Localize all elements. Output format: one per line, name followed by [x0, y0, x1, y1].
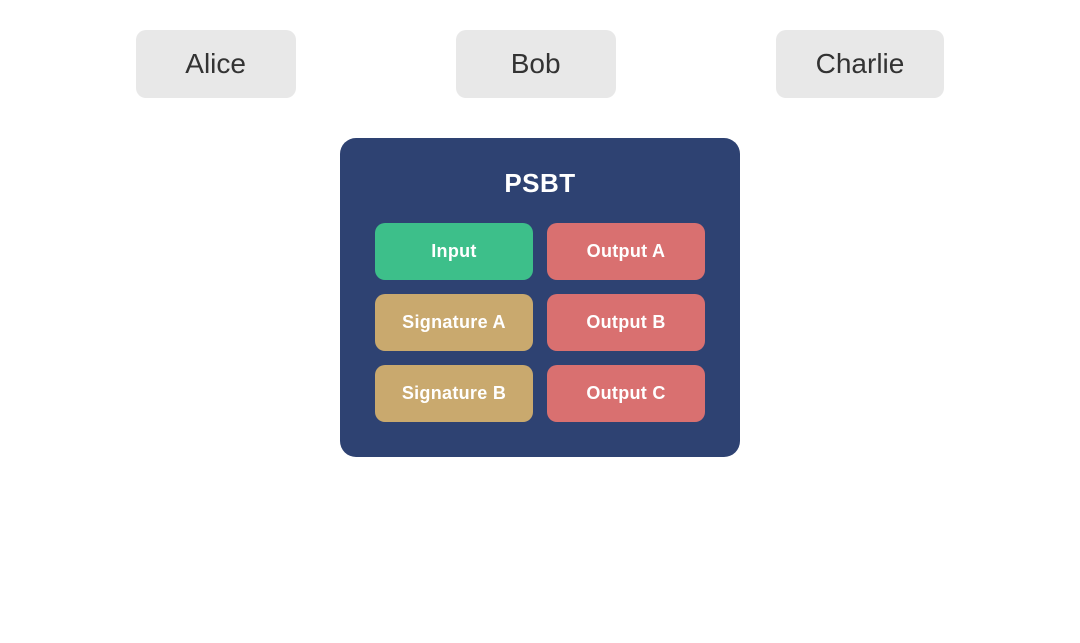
psbt-output-b-label: Output B: [586, 312, 665, 332]
psbt-output-b-cell: Output B: [547, 294, 705, 351]
bob-label: Bob: [511, 48, 561, 79]
psbt-title: PSBT: [504, 168, 575, 199]
psbt-input-label: Input: [431, 241, 476, 261]
psbt-box: PSBT Input Output A Signature A Output B…: [340, 138, 740, 457]
psbt-output-c-label: Output C: [586, 383, 665, 403]
psbt-signature-a-cell: Signature A: [375, 294, 533, 351]
charlie-label: Charlie: [816, 48, 905, 79]
psbt-signature-b-label: Signature B: [402, 383, 506, 403]
psbt-output-c-cell: Output C: [547, 365, 705, 422]
psbt-signature-b-cell: Signature B: [375, 365, 533, 422]
top-row: Alice Bob Charlie: [0, 0, 1080, 98]
psbt-output-a-cell: Output A: [547, 223, 705, 280]
bob-card: Bob: [456, 30, 616, 98]
psbt-grid: Input Output A Signature A Output B Sign…: [375, 223, 705, 422]
psbt-input-cell: Input: [375, 223, 533, 280]
charlie-card: Charlie: [776, 30, 945, 98]
psbt-output-a-label: Output A: [587, 241, 666, 261]
alice-label: Alice: [185, 48, 246, 79]
psbt-signature-a-label: Signature A: [402, 312, 506, 332]
alice-card: Alice: [136, 30, 296, 98]
